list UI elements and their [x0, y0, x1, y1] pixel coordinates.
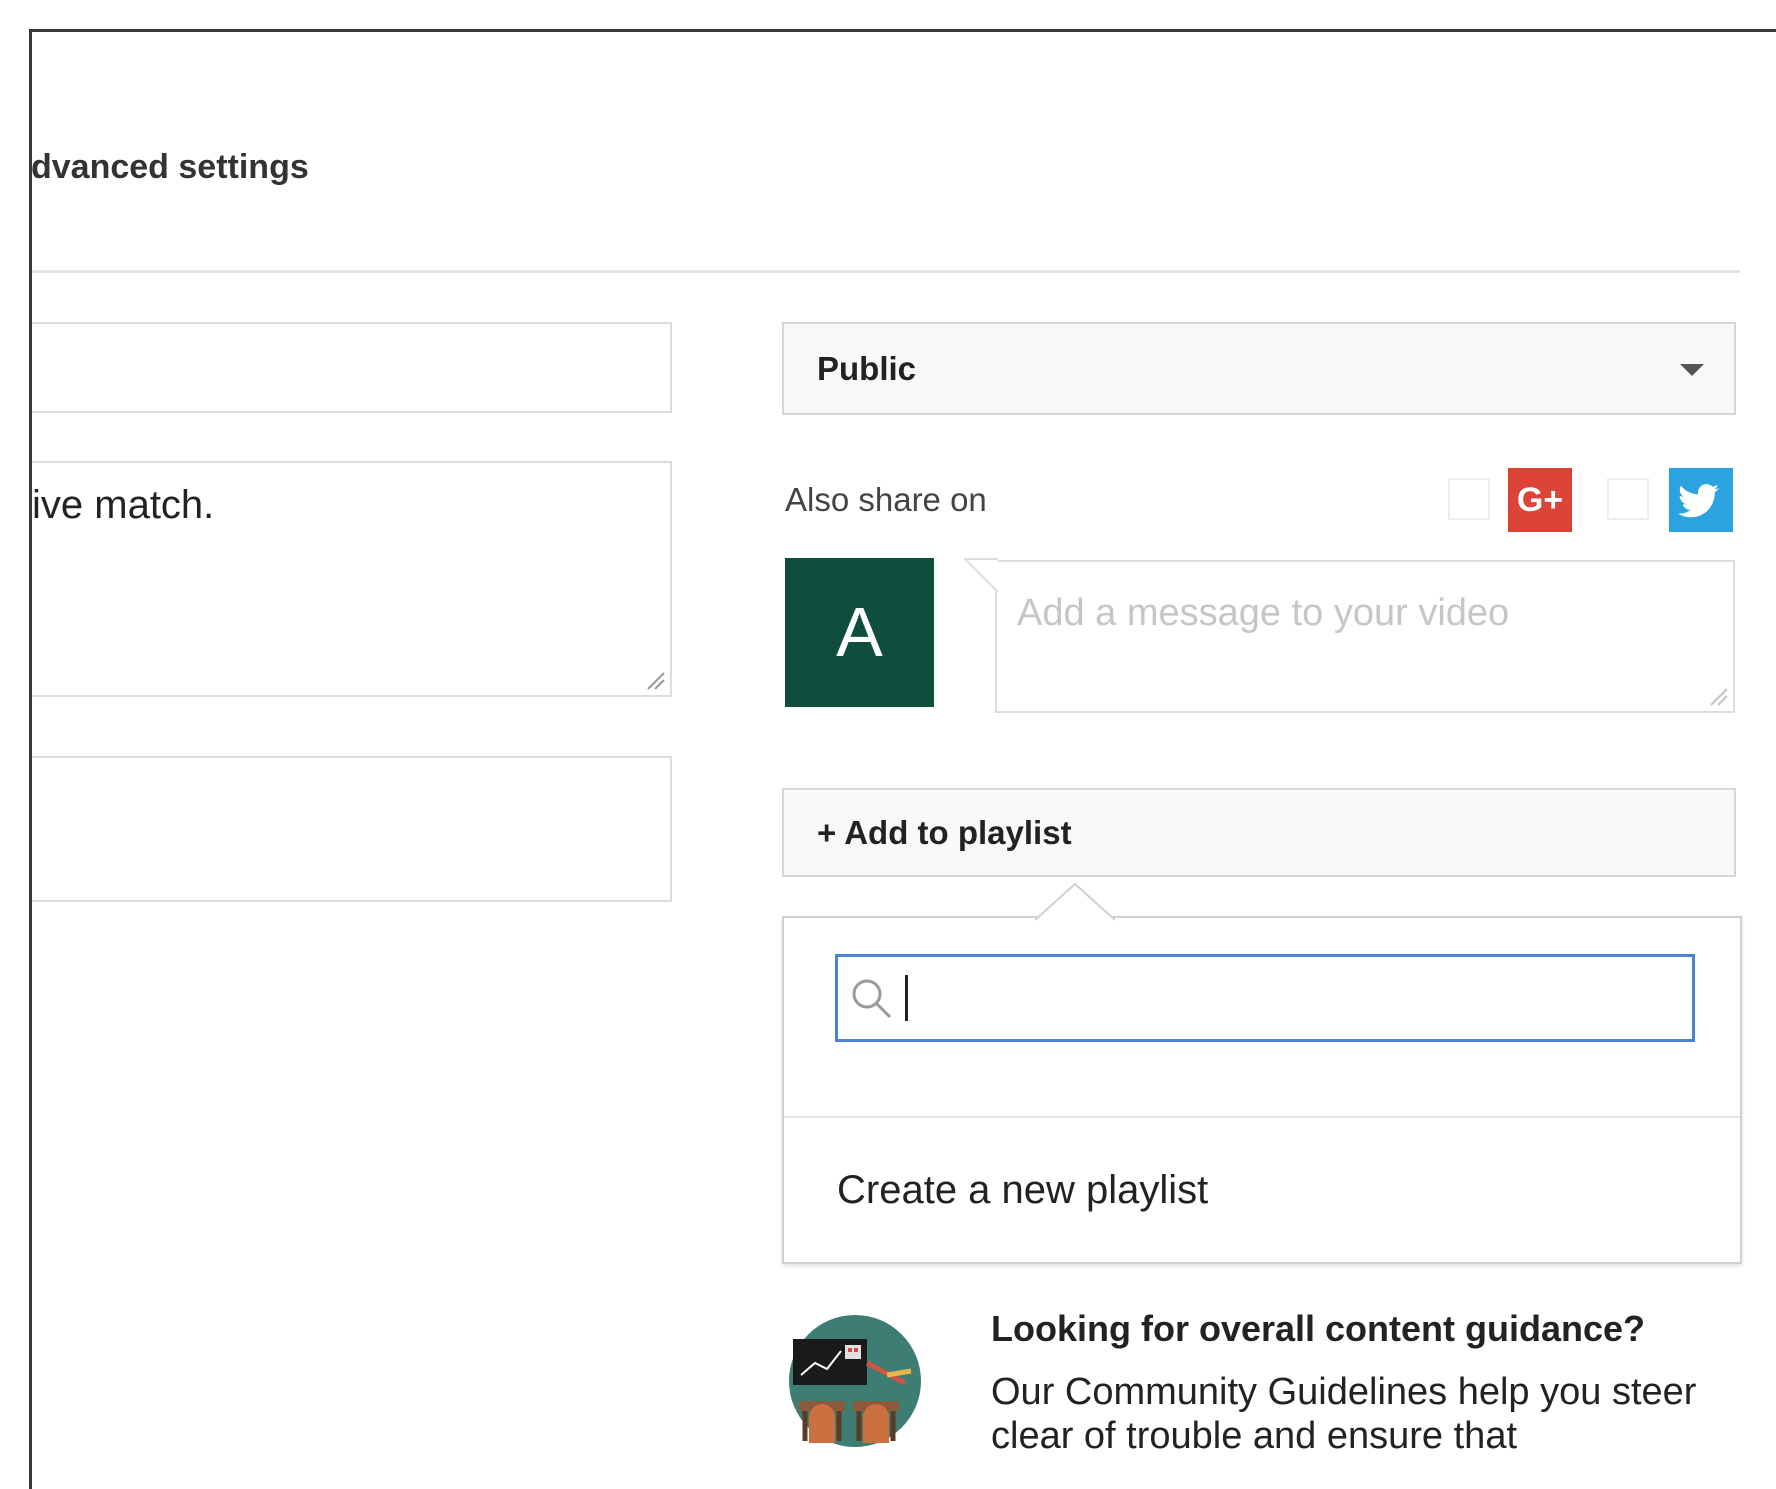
google-plus-icon[interactable]: G+: [1508, 468, 1572, 532]
chevron-down-icon: [1680, 364, 1704, 376]
privacy-select[interactable]: Public: [782, 322, 1736, 415]
google-plus-checkbox[interactable]: [1448, 478, 1490, 520]
search-icon: [852, 979, 892, 1019]
guidance-body: Our Community Guidelines help you steer …: [991, 1371, 1697, 1457]
avatar: A: [785, 558, 934, 707]
google-plus-text: G+: [1516, 481, 1564, 519]
playlist-search-input[interactable]: [835, 954, 1695, 1042]
description-value: ive match.: [32, 483, 215, 527]
title-input[interactable]: [32, 322, 672, 413]
playlist-dropdown: Create a new playlist: [782, 916, 1742, 1264]
dropdown-pointer: [1035, 882, 1115, 921]
twitter-checkbox[interactable]: [1607, 478, 1649, 520]
share-label: Also share on: [785, 481, 987, 518]
message-textarea[interactable]: Add a message to your video: [995, 560, 1735, 713]
guidance-illustration: [789, 1315, 921, 1447]
resize-grip-icon[interactable]: [1707, 685, 1729, 707]
tags-input[interactable]: [32, 756, 672, 902]
dropdown-divider: [784, 1116, 1740, 1118]
resize-grip-icon[interactable]: [644, 669, 666, 691]
privacy-selected-value: Public: [817, 350, 917, 387]
description-textarea[interactable]: ive match.: [32, 461, 672, 697]
twitter-icon[interactable]: [1669, 468, 1733, 532]
message-placeholder: Add a message to your video: [1017, 592, 1510, 634]
speech-bubble-tail: [964, 558, 998, 592]
guidance-heading: Looking for overall content guidance?: [991, 1308, 1646, 1349]
text-cursor: [905, 975, 908, 1021]
tab-divider: [32, 270, 1740, 273]
twitter-bird-icon: [1678, 484, 1719, 518]
create-playlist-link[interactable]: Create a new playlist: [837, 1168, 1208, 1213]
add-to-playlist-button[interactable]: + Add to playlist: [782, 788, 1736, 877]
tab-advanced-settings[interactable]: dvanced settings: [31, 148, 309, 187]
